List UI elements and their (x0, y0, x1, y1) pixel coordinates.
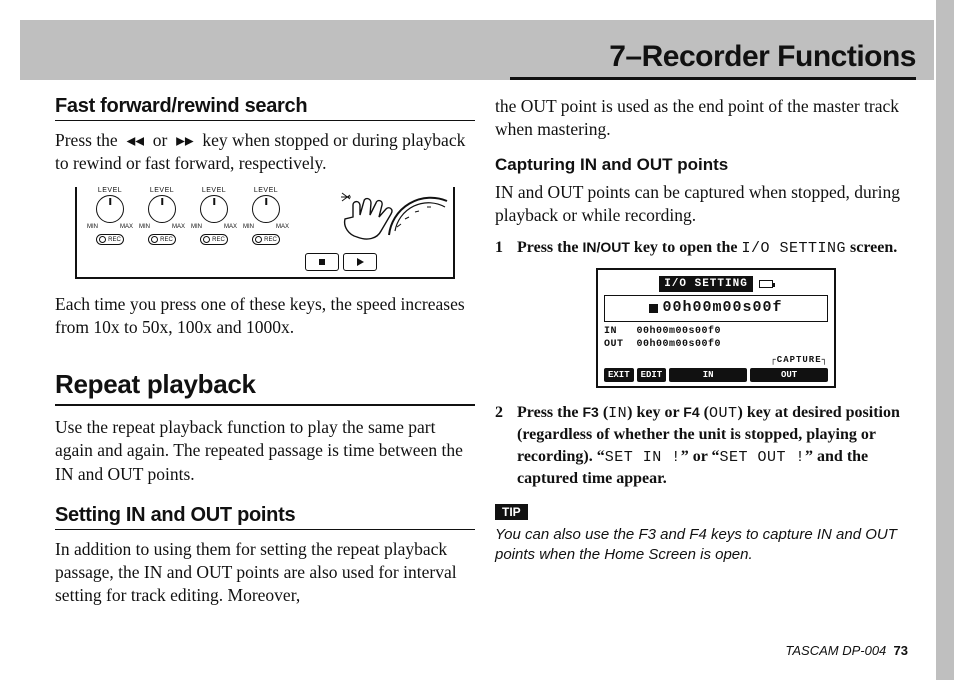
right-column: the OUT point is used as the end point o… (495, 95, 915, 565)
screen-name-io-setting: I/O SETTING (741, 240, 846, 257)
paragraph-inout: In addition to using them for setting th… (55, 538, 475, 607)
page-edge-bar (936, 0, 954, 680)
rec-button-3: REC (200, 234, 228, 245)
rec-button-2: REC (148, 234, 176, 245)
header-rule (510, 77, 916, 80)
transport-buttons (305, 253, 377, 271)
lcd-title: I/O SETTING (659, 276, 753, 293)
battery-icon (759, 280, 773, 288)
step-2: Press the F3 (IN) key or F4 (OUT) key at… (495, 402, 915, 490)
knob-1: LEVEL MINMAX REC (85, 187, 135, 248)
softkey-in: IN (669, 368, 747, 382)
key-in-out: IN/OUT (582, 239, 629, 255)
knob-4: LEVEL MINMAX REC (241, 187, 291, 248)
heading-ff-rewind: Fast forward/rewind search (55, 95, 475, 121)
heading-setting-in-out: Setting IN and OUT points (55, 504, 475, 530)
softkey-out: OUT (750, 368, 828, 382)
tip-tag: TIP (495, 504, 528, 520)
stop-indicator-icon (649, 304, 658, 313)
footer-page: 73 (894, 643, 908, 658)
steps-list: Press the IN/OUT key to open the I/O SET… (495, 237, 915, 489)
rec-button-1: REC (96, 234, 124, 245)
lcd-softkeys: EXIT EDIT IN OUT (604, 368, 828, 382)
header-band: 7–Recorder Functions (20, 20, 934, 80)
paragraph-repeat: Use the repeat playback function to play… (55, 416, 475, 485)
lcd-in-row: IN 00h00m00s00f0 (604, 325, 828, 339)
rec-button-4: REC (252, 234, 280, 245)
lcd-time: 00h00m00s00f (604, 295, 828, 321)
lcd-capture-label: ┌CAPTURE┐ (604, 354, 828, 366)
key-f3: F3 (582, 404, 598, 420)
lcd-screenshot: I/O SETTING 00h00m00s00f IN 00h00m00s00f… (596, 268, 836, 388)
illustration-device-panel: LEVEL MINMAX REC LEVEL MINMAX REC LEVEL … (75, 187, 455, 279)
softkey-edit: EDIT (637, 368, 667, 382)
knob-3: LEVEL MINMAX REC (189, 187, 239, 248)
stop-button-icon (305, 253, 339, 271)
dial-icon (387, 187, 449, 237)
tip-body: You can also use the F3 and F4 keys to c… (495, 525, 915, 566)
paragraph-speed: Each time you press one of these keys, t… (55, 293, 475, 339)
heading-repeat-playback: Repeat playback (55, 369, 475, 406)
footer: TASCAM DP-004 73 (785, 643, 908, 658)
chapter-title: 7–Recorder Functions (609, 40, 916, 74)
play-button-icon (343, 253, 377, 271)
knob-2: LEVEL MINMAX REC (137, 187, 187, 248)
label-level: LEVEL (85, 187, 135, 194)
step-1: Press the IN/OUT key to open the I/O SET… (495, 237, 915, 388)
label-level: LEVEL (137, 187, 187, 194)
page: 7–Recorder Functions Fast forward/rewind… (0, 0, 954, 680)
footer-brand: TASCAM DP-004 (785, 643, 886, 658)
left-column: Fast forward/rewind search Press the ◂◂ … (55, 95, 475, 617)
paragraph-capturing: IN and OUT points can be captured when s… (495, 181, 915, 227)
lcd-out-row: OUT 00h00m00s00f0 (604, 338, 828, 352)
paragraph-ff: Press the ◂◂ or ▸▸ key when stopped or d… (55, 129, 475, 175)
heading-capturing: Capturing IN and OUT points (495, 155, 915, 175)
label-level: LEVEL (241, 187, 291, 194)
label-level: LEVEL (189, 187, 239, 194)
softkey-exit: EXIT (604, 368, 634, 382)
paragraph-continuation: the OUT point is used as the end point o… (495, 95, 915, 141)
key-f4: F4 (683, 404, 699, 420)
